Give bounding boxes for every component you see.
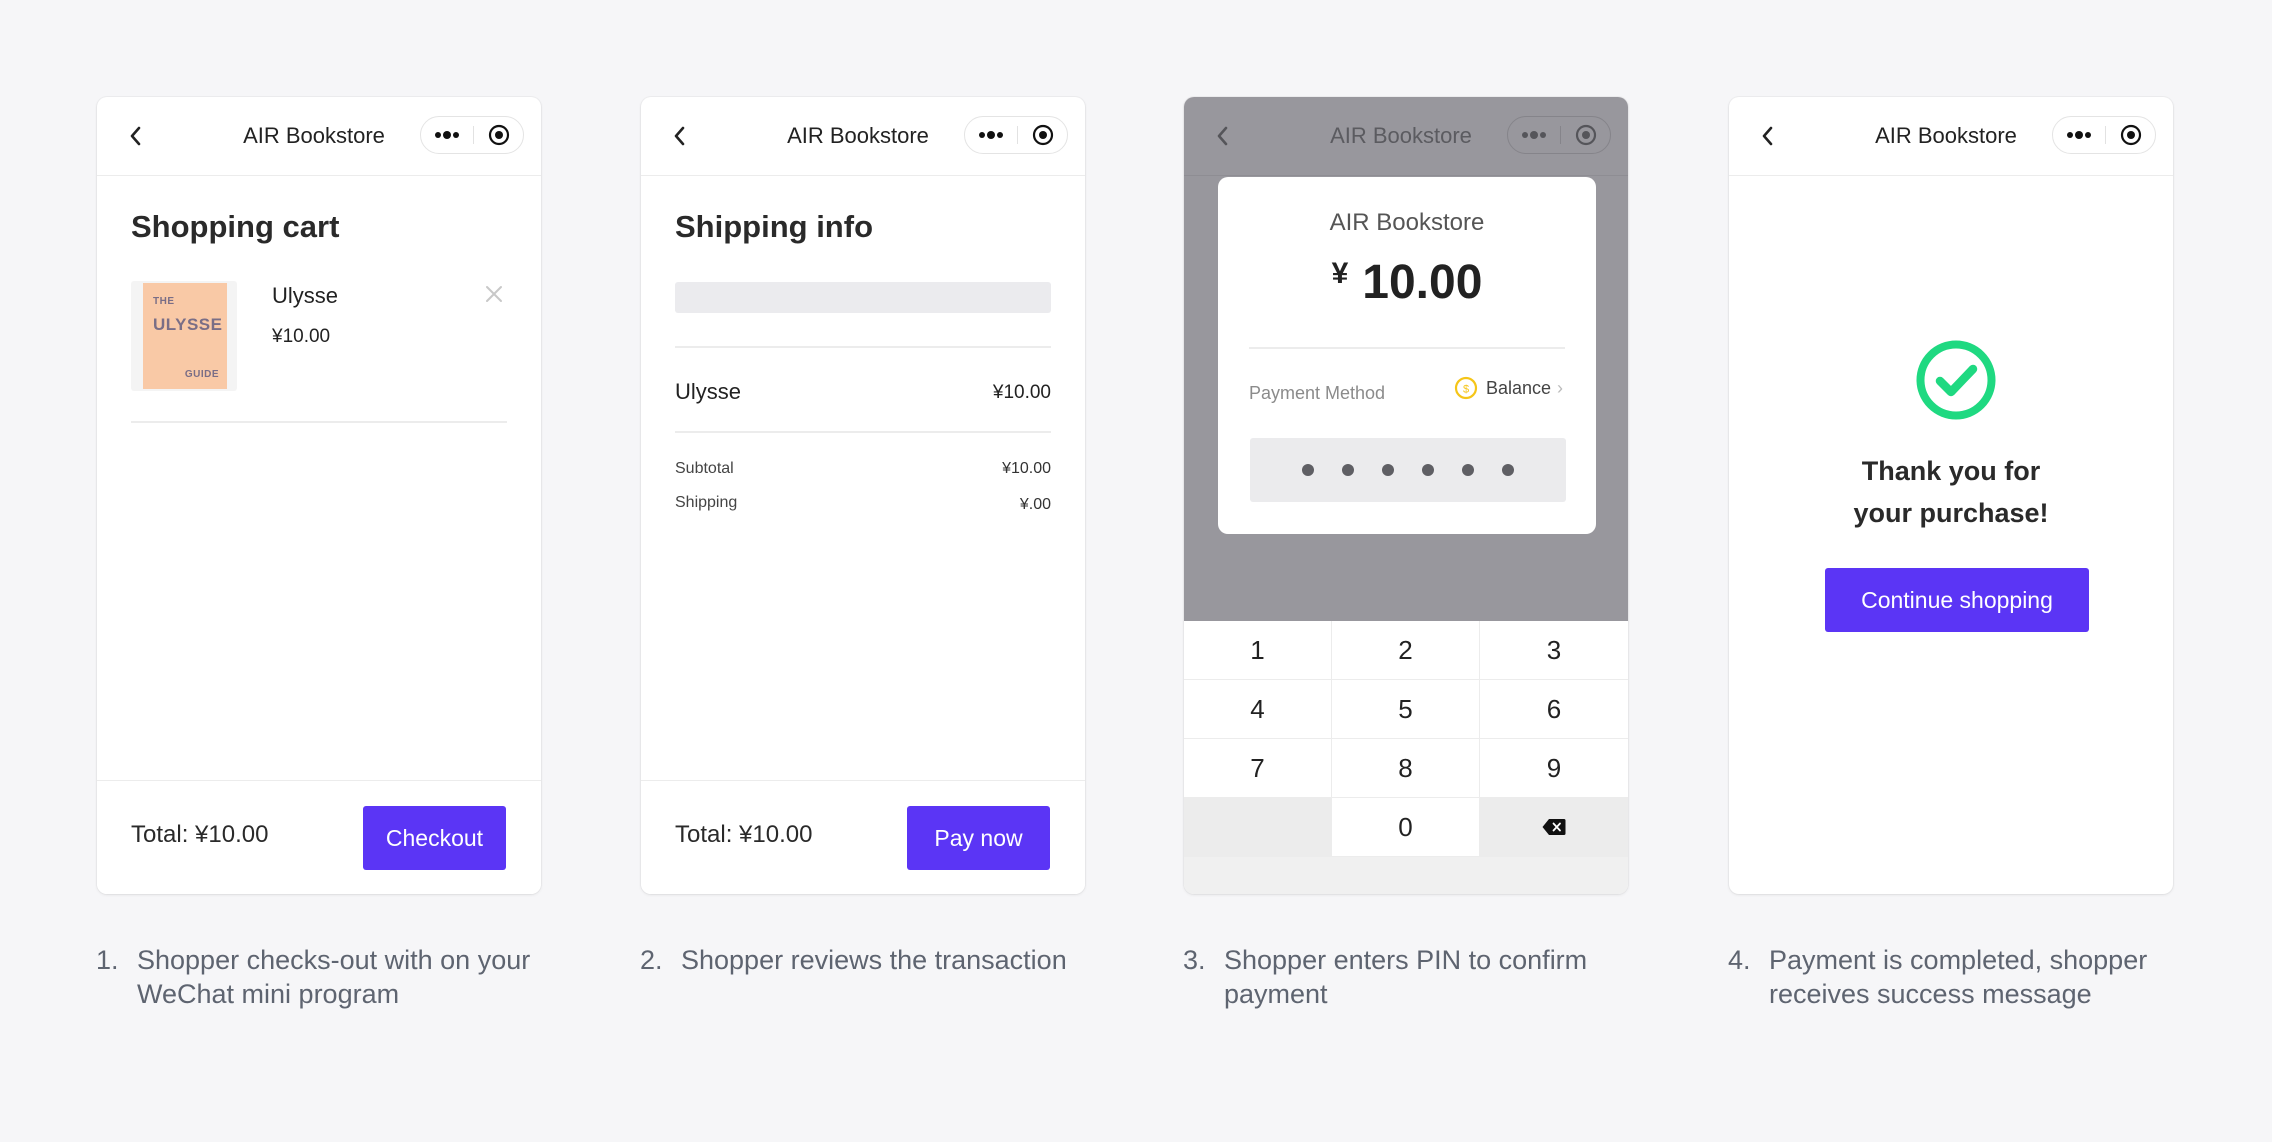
target-icon[interactable] (474, 117, 524, 153)
address-placeholder[interactable] (675, 282, 1051, 313)
phone-screen-success: AIR Bookstore Thank you for your purchas… (1729, 97, 2173, 894)
coin-icon: $ (1454, 376, 1478, 400)
chevron-right-icon: › (1557, 377, 1563, 398)
currency-symbol: ¥ (1331, 257, 1349, 290)
pay-now-button[interactable]: Pay now (907, 806, 1050, 870)
total-amount: Total: ¥10.00 (131, 821, 269, 848)
payment-method-value: Balance (1485, 377, 1551, 398)
order-item-price: ¥10.00 (992, 382, 1051, 403)
more-dots-icon[interactable] (2053, 117, 2105, 153)
target-icon[interactable] (1561, 117, 1611, 153)
pin-dot (1382, 464, 1394, 476)
svg-text:$: $ (1463, 384, 1469, 396)
backspace-key[interactable] (1480, 798, 1628, 857)
nav-bar: AIR Bookstore (1729, 97, 2173, 176)
continue-shopping-button[interactable]: Continue shopping (1825, 568, 2089, 632)
divider (1249, 347, 1565, 349)
mini-program-capsule (420, 116, 524, 154)
key-4[interactable]: 4 (1184, 680, 1332, 739)
cart-item-price: ¥10.00 (272, 326, 331, 347)
payment-dialog: AIR Bookstore ¥10.00 Payment Method $ Ba… (1218, 177, 1596, 534)
step-number: 3. (1183, 945, 1206, 975)
step-text: Shopper checks-out with on your WeChat m… (137, 945, 531, 1009)
checkout-bar: Total: ¥10.00 Checkout (97, 780, 541, 894)
key-5[interactable]: 5 (1332, 680, 1480, 739)
cover-text-guide: GUIDE (184, 369, 219, 380)
chevron-left-icon[interactable] (1210, 124, 1234, 148)
key-blank (1184, 798, 1332, 857)
nav-bar: AIR Bookstore (97, 97, 541, 176)
payment-method-label: Payment Method (1249, 383, 1386, 403)
amount-value: 10.00 (1362, 256, 1483, 309)
thank-you-line-1: Thank you for (1861, 456, 2041, 486)
pin-dot (1462, 464, 1474, 476)
payment-method-selector[interactable]: $ Balance › (1454, 376, 1563, 400)
merchant-name: AIR Bookstore (1329, 209, 1485, 236)
book-thumbnail[interactable]: THE ULYSSE GUIDE (131, 281, 237, 391)
shipping-value: ¥.00 (1019, 496, 1051, 513)
backspace-icon (1542, 819, 1566, 835)
total-amount: Total: ¥10.00 (675, 821, 813, 848)
divider (675, 431, 1051, 433)
order-item-name: Ulysse (675, 379, 742, 404)
key-0[interactable]: 0 (1332, 798, 1480, 857)
step-number: 1. (96, 945, 119, 975)
mini-program-capsule (1507, 116, 1611, 154)
phone-screen-shipping: AIR Bookstore Shipping info Ulysse ¥10.0… (641, 97, 1085, 894)
chevron-left-icon[interactable] (667, 124, 691, 148)
nav-bar: AIR Bookstore (641, 97, 1085, 176)
payment-bar: Total: ¥10.00 Pay now (641, 780, 1085, 894)
key-8[interactable]: 8 (1332, 739, 1480, 798)
mini-program-capsule (964, 116, 1068, 154)
more-dots-icon[interactable] (421, 117, 473, 153)
page-title: Shipping info (675, 209, 874, 244)
step-number: 2. (640, 945, 663, 975)
subtotal-value: ¥10.00 (1002, 460, 1051, 477)
phone-screen-pin: AIR Bookstore AIR Bookstore ¥10.00 Payme… (1184, 97, 1628, 894)
key-7[interactable]: 7 (1184, 739, 1332, 798)
nav-bar: AIR Bookstore (1184, 97, 1628, 176)
cart-item-name: Ulysse (272, 283, 339, 308)
thank-you-line-2: your purchase! (1853, 498, 2049, 528)
mini-program-capsule (2052, 116, 2156, 154)
close-icon[interactable] (482, 282, 506, 306)
cover-text-the: THE (153, 296, 175, 307)
subtotal-label: Subtotal (675, 460, 734, 477)
chevron-left-icon[interactable] (123, 124, 147, 148)
chevron-left-icon[interactable] (1755, 124, 1779, 148)
step-text: Payment is completed, shopper receives s… (1769, 945, 2148, 1009)
key-6[interactable]: 6 (1480, 680, 1628, 739)
step-text: Shopper enters PIN to confirm payment (1224, 945, 1588, 1009)
step-text: Shopper reviews the transaction (681, 945, 1067, 975)
check-circle-icon (1916, 340, 1996, 420)
more-dots-icon[interactable] (1508, 117, 1560, 153)
target-icon[interactable] (2106, 117, 2156, 153)
checkout-button[interactable]: Checkout (363, 806, 506, 870)
step-number: 4. (1728, 945, 1751, 975)
pin-dot (1422, 464, 1434, 476)
pin-dot (1342, 464, 1354, 476)
divider (131, 421, 507, 423)
pin-dot (1502, 464, 1514, 476)
cover-text-title: ULYSSE (153, 315, 223, 334)
thank-you-message: Thank you for your purchase! (1729, 450, 2173, 534)
key-3[interactable]: 3 (1480, 621, 1628, 680)
divider (675, 346, 1051, 348)
numeric-keypad: 1 2 3 4 5 6 7 8 9 0 (1184, 621, 1628, 894)
key-9[interactable]: 9 (1480, 739, 1628, 798)
page-title: Shopping cart (131, 209, 340, 244)
pin-input[interactable] (1250, 438, 1566, 502)
key-1[interactable]: 1 (1184, 621, 1332, 680)
payment-amount: ¥10.00 (1218, 255, 1596, 310)
key-2[interactable]: 2 (1332, 621, 1480, 680)
shipping-label: Shipping (675, 494, 738, 511)
target-icon[interactable] (1018, 117, 1068, 153)
modal-overlay: AIR Bookstore AIR Bookstore ¥10.00 Payme… (1184, 97, 1628, 621)
phone-screen-cart: AIR Bookstore Shopping cart THE ULYSSE G… (97, 97, 541, 894)
more-dots-icon[interactable] (965, 117, 1017, 153)
book-cover: THE ULYSSE GUIDE (143, 283, 227, 389)
pin-dot (1302, 464, 1314, 476)
